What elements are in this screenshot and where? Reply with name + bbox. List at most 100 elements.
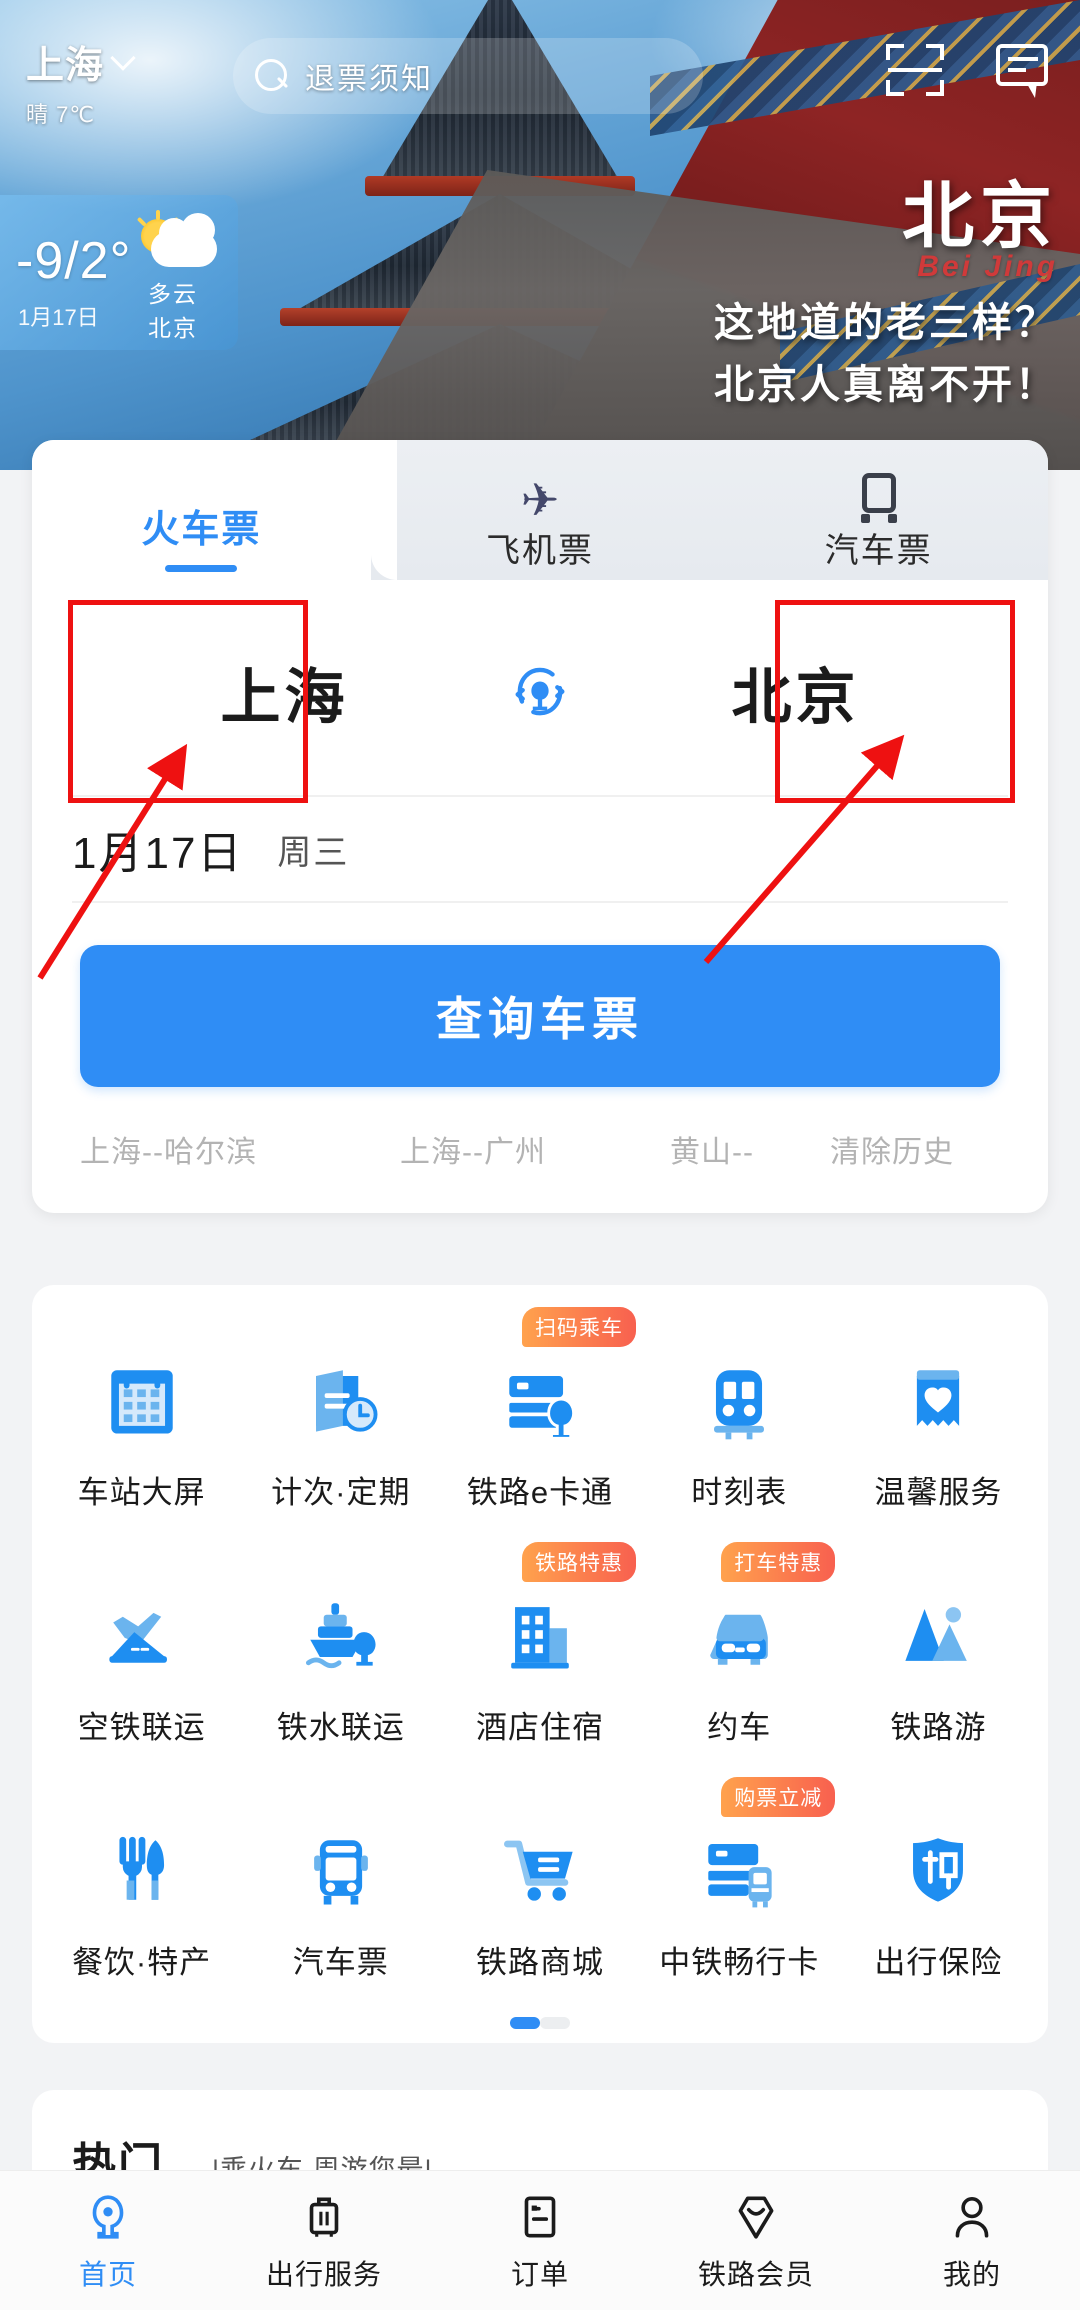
ship-rail-icon: [289, 1582, 393, 1686]
calendar-board-icon: [90, 1347, 194, 1451]
service-item-ride-hailing[interactable]: 打车特惠 约车: [640, 1542, 839, 1781]
message-icon[interactable]: [996, 44, 1052, 98]
service-badge: 打车特惠: [721, 1542, 836, 1582]
service-item-hotel[interactable]: 铁路特惠 酒店住宿: [440, 1542, 639, 1781]
top-icon-group: [886, 44, 1052, 98]
heart-ticket-icon: [886, 1347, 990, 1451]
search-placeholder-text: 退票须知: [305, 63, 433, 96]
service-row-1: 车站大屏 计次·定期 扫码乘车 铁路e卡通 时刻表 温馨服务: [42, 1307, 1038, 1546]
city-selector[interactable]: 上海 晴 7℃: [26, 34, 136, 129]
insurance-shield-icon: [886, 1817, 990, 1921]
to-city-button[interactable]: 北京: [583, 649, 1008, 736]
service-label: 空铁联运: [77, 1710, 206, 1745]
railway-home-icon: [82, 2189, 134, 2245]
nav-item-orders[interactable]: 订单: [432, 2171, 648, 2310]
pagination-dot-active[interactable]: [510, 2017, 540, 2029]
nav-label: 订单: [510, 2258, 569, 2290]
nav-item-railway-member[interactable]: 铁路会员: [648, 2171, 864, 2310]
bottom-navigation: 首页 出行服务 订单 铁路会员 我的: [0, 2170, 1080, 2310]
mountain-travel-icon: [886, 1582, 990, 1686]
weather-date: 1月17日: [18, 305, 99, 330]
search-tickets-button[interactable]: 查询车票: [80, 945, 1000, 1087]
service-label: 铁路e卡通: [466, 1475, 614, 1510]
service-label: 铁路游: [890, 1710, 987, 1745]
nav-item-profile[interactable]: 我的: [864, 2171, 1080, 2310]
grid-pagination[interactable]: [32, 2017, 1048, 2029]
order-list-icon: [514, 2189, 566, 2245]
nav-item-home[interactable]: 首页: [0, 2171, 216, 2310]
search-input[interactable]: 退票须知: [233, 38, 703, 114]
service-label: 汽车票: [292, 1945, 389, 1980]
app-root: 北京 Bei Jing 这地道的老三样？ 北京人真离不开！ -9/2° 1月17…: [0, 0, 1080, 2310]
coach-bus-icon: [289, 1817, 393, 1921]
tab-train-ticket[interactable]: 火车票: [32, 440, 397, 590]
service-row-3: 餐饮·特产 汽车票 铁路商城 购票立减 中铁畅行卡 出行保险: [42, 1777, 1038, 2016]
scan-code-icon[interactable]: [886, 44, 944, 96]
nav-label: 首页: [78, 2258, 137, 2290]
service-item-air-rail[interactable]: 空铁联运: [42, 1546, 241, 1781]
nav-label: 我的: [942, 2258, 1001, 2290]
weather-widget[interactable]: -9/2° 1月17日 多云 北京: [0, 195, 238, 350]
service-item-rail-water[interactable]: 铁水联运: [241, 1546, 440, 1781]
ticket-type-tabs: 火车票 ✈ 飞机票 汽车票: [32, 440, 1048, 590]
tab-flight-ticket[interactable]: ✈ 飞机票: [371, 440, 710, 590]
top-bar: 上海 晴 7℃ 退票须知: [0, 0, 1080, 150]
departure-date: 1月17日: [72, 829, 244, 878]
service-grid-card: 车站大屏 计次·定期 扫码乘车 铁路e卡通 时刻表 温馨服务 空铁联运 铁水联运…: [32, 1285, 1048, 2043]
service-item-periodic-ticket[interactable]: 计次·定期: [241, 1311, 440, 1546]
search-icon: [255, 59, 289, 93]
fork-knife-icon: [90, 1817, 194, 1921]
history-item-1[interactable]: 上海--哈尔滨: [80, 1127, 400, 1171]
swap-railway-icon[interactable]: [497, 657, 583, 729]
ticket-clock-icon: [289, 1347, 393, 1451]
service-badge: 购票立减: [721, 1777, 836, 1817]
service-label: 出行保险: [874, 1945, 1003, 1980]
chevron-down-icon: [110, 44, 136, 71]
service-label: 车站大屏: [77, 1475, 206, 1510]
clear-history-button[interactable]: 清除历史: [830, 1127, 954, 1171]
card-rail-icon: [488, 1347, 592, 1451]
train-front-icon: [687, 1347, 791, 1451]
person-icon: [946, 2189, 998, 2245]
service-item-bus-ticket[interactable]: 汽车票: [241, 1781, 440, 2016]
service-item-station-board[interactable]: 车站大屏: [42, 1311, 241, 1546]
service-item-dining[interactable]: 餐饮·特产: [42, 1781, 241, 2016]
nav-item-travel-services[interactable]: 出行服务: [216, 2171, 432, 2310]
tab-flight-label: 飞机票: [486, 532, 594, 570]
search-history-row: 上海--哈尔滨 上海--广州 黄山-- 清除历史: [32, 1087, 1048, 1213]
service-label: 中铁畅行卡: [659, 1945, 820, 1980]
history-item-3[interactable]: 黄山--: [670, 1127, 830, 1171]
service-item-rail-tour[interactable]: 铁路游: [839, 1546, 1038, 1781]
service-label: 时刻表: [691, 1475, 788, 1510]
service-item-insurance[interactable]: 出行保险: [839, 1781, 1038, 2016]
current-city-label: 上海: [26, 45, 105, 87]
booking-card: 火车票 ✈ 飞机票 汽车票 上海 北京 1月17日 周三 查询车票 上海--哈尔…: [32, 440, 1048, 1213]
nav-label: 出行服务: [265, 2258, 382, 2290]
weather-right-block: 多云 北京: [118, 210, 228, 343]
member-diamond-icon: [730, 2189, 782, 2245]
service-label: 铁水联运: [276, 1710, 405, 1745]
tab-bus-label: 汽车票: [824, 532, 933, 570]
from-city-button[interactable]: 上海: [72, 649, 497, 736]
pagination-dot[interactable]: [540, 2017, 570, 2029]
service-item-rail-mall[interactable]: 铁路商城: [440, 1781, 639, 2016]
departure-weekday: 周三: [277, 833, 350, 872]
date-selector-row[interactable]: 1月17日 周三: [72, 795, 1008, 903]
service-label: 餐饮·特产: [71, 1945, 212, 1980]
service-item-warm-service[interactable]: 温馨服务: [839, 1311, 1038, 1546]
service-label: 铁路商城: [476, 1945, 604, 1980]
service-badge: 扫码乘车: [522, 1307, 636, 1347]
active-tab-indicator: [165, 565, 238, 572]
weather-condition: 多云: [148, 281, 198, 307]
service-item-timetable[interactable]: 时刻表: [640, 1311, 839, 1546]
airplane-icon: ✈: [520, 474, 560, 526]
service-item-travel-card[interactable]: 购票立减 中铁畅行卡: [640, 1777, 839, 2016]
city-weather-brief: 晴 7℃: [26, 102, 96, 127]
tab-bus-ticket[interactable]: 汽车票: [709, 440, 1048, 590]
service-item-e-card[interactable]: 扫码乘车 铁路e卡通: [440, 1307, 639, 1546]
service-row-2: 空铁联运 铁水联运 铁路特惠 酒店住宿 打车特惠 约车 铁路游: [42, 1542, 1038, 1781]
city-selection-row: 上海 北京: [32, 590, 1048, 795]
service-badge: 铁路特惠: [522, 1542, 636, 1582]
history-item-2[interactable]: 上海--广州: [400, 1127, 670, 1171]
banner-line-2: 北京人真离不开！: [714, 362, 1058, 407]
